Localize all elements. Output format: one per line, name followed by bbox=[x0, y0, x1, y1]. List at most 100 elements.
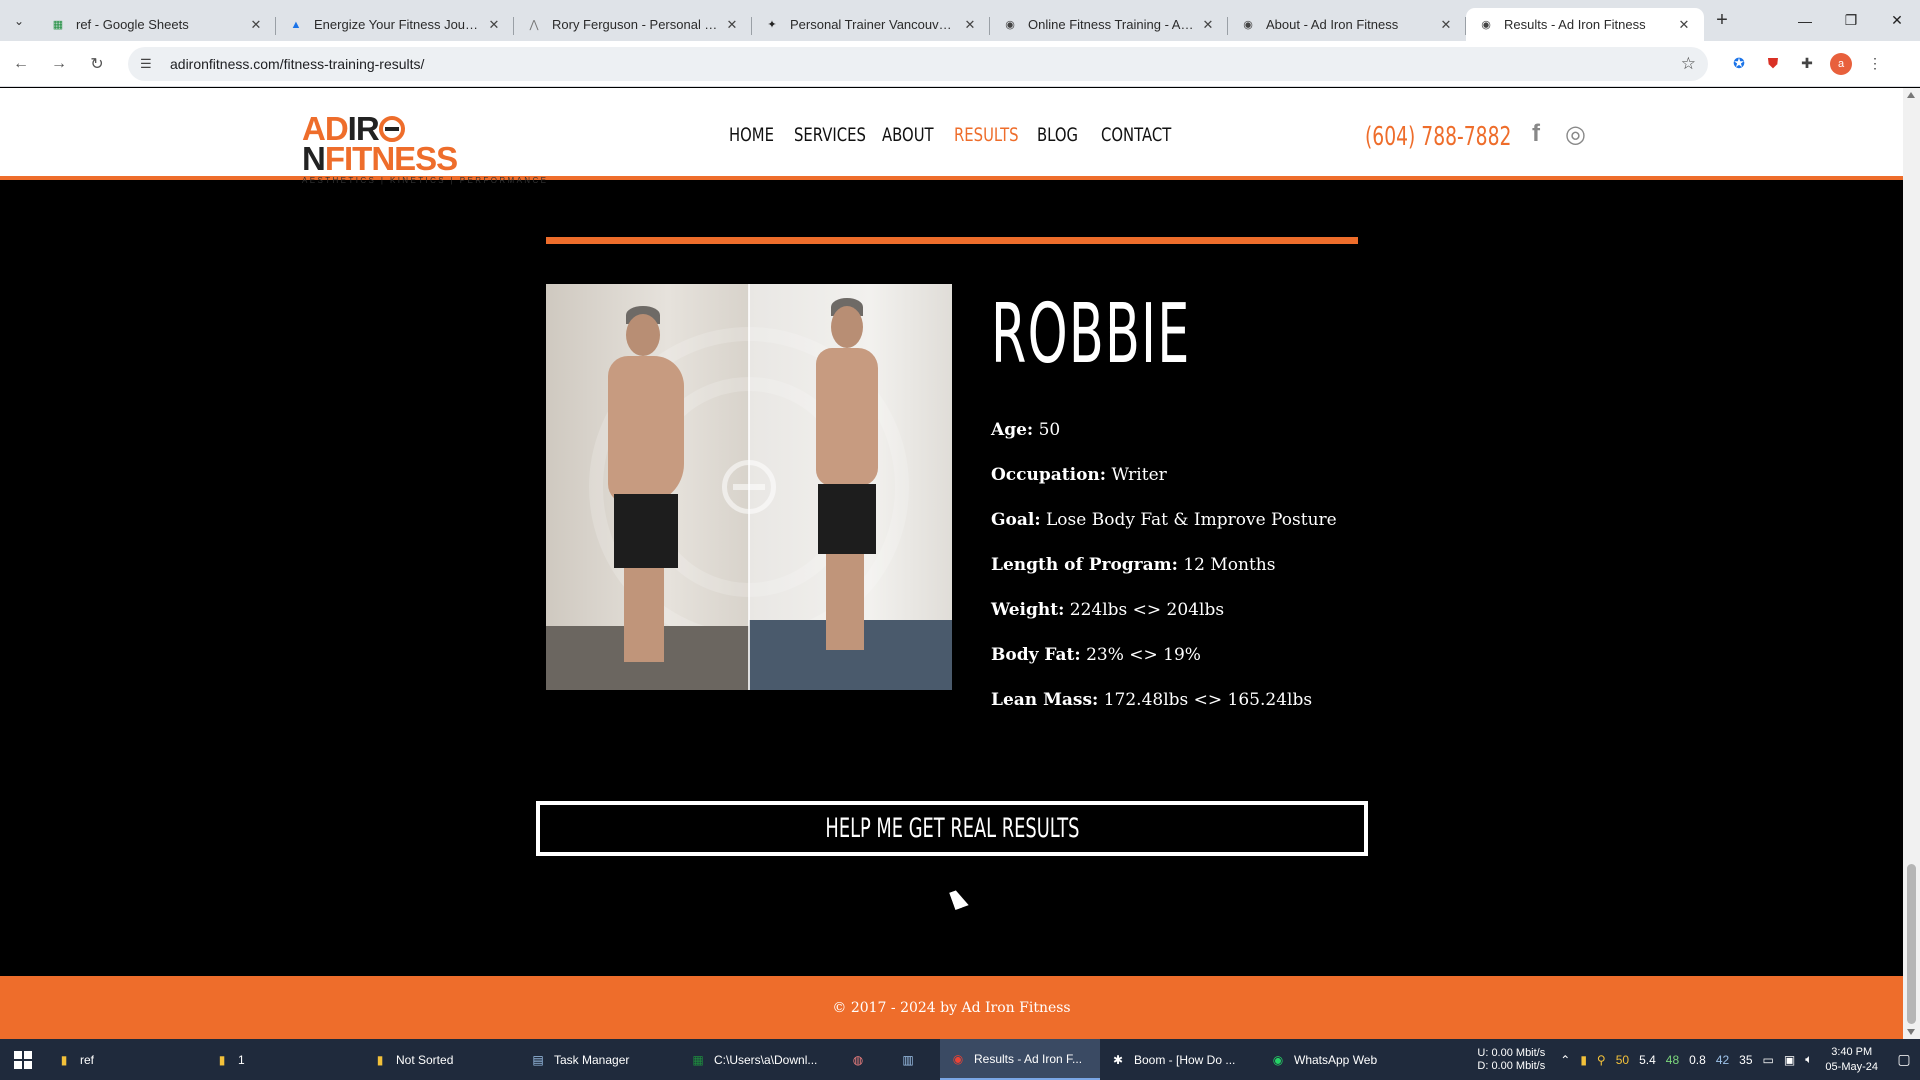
taskbar-item-label: Results - Ad Iron F... bbox=[974, 1051, 1083, 1066]
browser-tab[interactable]: ⋀ Rory Ferguson - Personal Traini ✕ bbox=[514, 8, 752, 41]
adiron-favicon-icon: ◉ bbox=[1481, 19, 1491, 31]
taskbar-item[interactable]: ▮ Not Sorted bbox=[362, 1039, 520, 1080]
folder-icon: ▮ bbox=[60, 1052, 68, 1067]
sheets-icon: ▦ bbox=[52, 19, 64, 31]
extension-icon[interactable]: ✪ bbox=[1722, 47, 1756, 81]
nav-results[interactable]: RESULTS bbox=[954, 124, 1019, 146]
instagram-icon[interactable]: ◎ bbox=[1565, 120, 1586, 149]
taskbar-item-label: Not Sorted bbox=[396, 1052, 454, 1067]
reload-icon[interactable]: ↻ bbox=[80, 47, 114, 81]
stat-label: Length of Program: bbox=[991, 555, 1178, 575]
stat-label: Body Fat: bbox=[991, 645, 1081, 665]
browser-tab[interactable]: ✦ Personal Trainer Vancouver | W ✕ bbox=[752, 8, 990, 41]
scroll-down-icon[interactable] bbox=[1907, 1029, 1915, 1035]
restore-icon[interactable]: ❐ bbox=[1828, 0, 1874, 41]
nav-contact[interactable]: CONTACT bbox=[1101, 124, 1171, 146]
logo-wordmark: ADIRNFITNESS bbox=[302, 110, 458, 177]
search-icon[interactable]: ⚲ bbox=[1597, 1053, 1606, 1067]
close-tab-icon[interactable]: ✕ bbox=[1438, 17, 1454, 33]
stat-value: 12 Months bbox=[1183, 555, 1276, 575]
browser-tab[interactable]: ◉ About - Ad Iron Fitness ✕ bbox=[1228, 8, 1466, 41]
nav-about[interactable]: ABOUT bbox=[882, 124, 934, 146]
taskbar-item[interactable]: ▤ Task Manager bbox=[520, 1039, 680, 1080]
nav-home[interactable]: HOME bbox=[729, 124, 774, 146]
system-tray: U: 0.00 Mbit/s D: 0.00 Mbit/s ⌃ ▮ ⚲ 50 5.… bbox=[1477, 1039, 1920, 1080]
site-info-icon[interactable]: ☰ bbox=[140, 56, 160, 72]
clock[interactable]: 3:40 PM 05-May-24 bbox=[1825, 1045, 1878, 1075]
tab-title: About - Ad Iron Fitness bbox=[1266, 17, 1399, 32]
before-after-photo bbox=[546, 284, 952, 690]
new-tab-button[interactable]: + bbox=[1704, 9, 1740, 32]
browser-tab[interactable]: ▦ ref - Google Sheets ✕ bbox=[38, 8, 276, 41]
page-scrollbar[interactable] bbox=[1903, 88, 1920, 1039]
close-tab-icon[interactable]: ✕ bbox=[1676, 17, 1692, 33]
stat-value: 224lbs <> 204lbs bbox=[1069, 600, 1225, 620]
adiron-favicon-icon: ◉ bbox=[1243, 19, 1253, 31]
close-tab-icon[interactable]: ✕ bbox=[1200, 17, 1216, 33]
extensions-puzzle-icon[interactable]: ✚ bbox=[1790, 47, 1824, 81]
folder-icon: ▮ bbox=[376, 1052, 384, 1067]
shield-extension-icon[interactable]: ⛊ bbox=[1756, 47, 1790, 81]
folder-tray-icon[interactable]: ▮ bbox=[1580, 1053, 1587, 1067]
tab-search-button[interactable]: ⌄ bbox=[0, 0, 38, 41]
browser-tab[interactable]: ◉ Results - Ad Iron Fitness ✕ bbox=[1466, 8, 1704, 41]
volume-icon[interactable]: 🔈︎ bbox=[1805, 1052, 1812, 1067]
browser-tab[interactable]: ▲ Energize Your Fitness Journey w ✕ bbox=[276, 8, 514, 41]
stat-label: Lean Mass: bbox=[991, 690, 1099, 710]
tab-title: Rory Ferguson - Personal Traini bbox=[552, 17, 718, 32]
network-icon[interactable]: ▣ bbox=[1784, 1053, 1795, 1067]
back-icon[interactable]: ← bbox=[4, 47, 38, 81]
minimize-icon[interactable]: — bbox=[1782, 0, 1828, 41]
taskbar-item[interactable]: ◉ WhatsApp Web bbox=[1260, 1039, 1420, 1080]
site-header: ADIRNFITNESS AESTHETICS | KINETICS | PER… bbox=[0, 88, 1903, 185]
taskbar-item[interactable]: ▮ 1 bbox=[204, 1039, 362, 1080]
taskbar-items: ▮ ref ▮ 1 ▮ Not Sorted ▤ Task Manager ▦ C:\Users\… bbox=[46, 1039, 1420, 1080]
stat-label: Weight: bbox=[991, 600, 1065, 620]
stat-label: Age: bbox=[991, 420, 1034, 440]
close-tab-icon[interactable]: ✕ bbox=[962, 17, 978, 33]
taskbar-item-label: WhatsApp Web bbox=[1294, 1052, 1378, 1067]
bookmark-star-icon[interactable]: ☆ bbox=[1681, 54, 1696, 74]
close-window-icon[interactable]: ✕ bbox=[1874, 0, 1920, 41]
taskbar-item[interactable]: ◍ bbox=[840, 1039, 890, 1080]
nav-blog[interactable]: BLOG bbox=[1037, 124, 1078, 146]
folder-icon: ▮ bbox=[218, 1052, 226, 1067]
logo-tagline: AESTHETICS | KINETICS | PERFORMANCE bbox=[302, 176, 549, 185]
profile-button[interactable]: a bbox=[1824, 47, 1858, 81]
phone-number[interactable]: (604) 788-7882 bbox=[1365, 122, 1511, 152]
close-tab-icon[interactable]: ✕ bbox=[248, 17, 264, 33]
help-me-get-real-results-button[interactable]: HELP ME GET REAL RESULTS bbox=[536, 801, 1368, 856]
address-bar: ← → ↻ ☰ adironfitness.com/fitness-traini… bbox=[0, 41, 1920, 87]
taskbar-item-label: Task Manager bbox=[554, 1052, 630, 1067]
battery-icon[interactable]: ▭ bbox=[1763, 1053, 1774, 1067]
browser-tab[interactable]: ◉ Online Fitness Training - Ad Iro ✕ bbox=[990, 8, 1228, 41]
app-icon: ◍ bbox=[852, 1052, 864, 1067]
stat-row: Length of Program: 12 Months bbox=[991, 555, 1337, 600]
stat-label: Goal: bbox=[991, 510, 1041, 530]
tray-value: 42 bbox=[1715, 1052, 1730, 1067]
taskbar-item[interactable]: ▥ bbox=[890, 1039, 940, 1080]
stat-value: 23% <> 19% bbox=[1086, 645, 1201, 665]
taskbar-item[interactable]: ▦ C:\Users\a\Downl... bbox=[680, 1039, 840, 1080]
facebook-icon[interactable]: f bbox=[1532, 120, 1540, 148]
tab-list: ▦ ref - Google Sheets ✕ ▲ Energize Your Fitn… bbox=[38, 0, 1704, 41]
close-tab-icon[interactable]: ✕ bbox=[724, 17, 740, 33]
taskbar-item[interactable]: ▮ ref bbox=[46, 1039, 204, 1080]
tray-value: 0.8 bbox=[1689, 1052, 1706, 1067]
close-tab-icon[interactable]: ✕ bbox=[486, 17, 502, 33]
scrollbar-thumb[interactable] bbox=[1907, 864, 1916, 1024]
taskbar-item[interactable]: ◉ Results - Ad Iron F... bbox=[940, 1039, 1100, 1080]
browser-menu-icon[interactable]: ⋮ bbox=[1858, 47, 1892, 81]
taskbar-item[interactable]: ✱ Boom - [How Do ... bbox=[1100, 1039, 1260, 1080]
forward-icon[interactable]: → bbox=[42, 47, 76, 81]
show-hidden-icons-icon[interactable]: ⌃ bbox=[1560, 1053, 1570, 1067]
windows-start-icon[interactable] bbox=[0, 1039, 46, 1080]
taskbar-item-label: 1 bbox=[238, 1052, 245, 1067]
url-input[interactable]: ☰ adironfitness.com/fitness-training-res… bbox=[128, 46, 1708, 81]
browser-tab-strip: ⌄ ▦ ref - Google Sheets ✕ ▲ Energize Your Fi… bbox=[0, 0, 1920, 41]
notifications-icon[interactable]: ▢ bbox=[1888, 1051, 1920, 1068]
scroll-up-icon[interactable] bbox=[1907, 92, 1915, 98]
nav-services[interactable]: SERVICES bbox=[794, 124, 866, 146]
site-logo[interactable]: ADIRNFITNESS AESTHETICS | KINETICS | PER… bbox=[302, 110, 549, 185]
stat-value: Lose Body Fat & Improve Posture bbox=[1046, 510, 1337, 530]
